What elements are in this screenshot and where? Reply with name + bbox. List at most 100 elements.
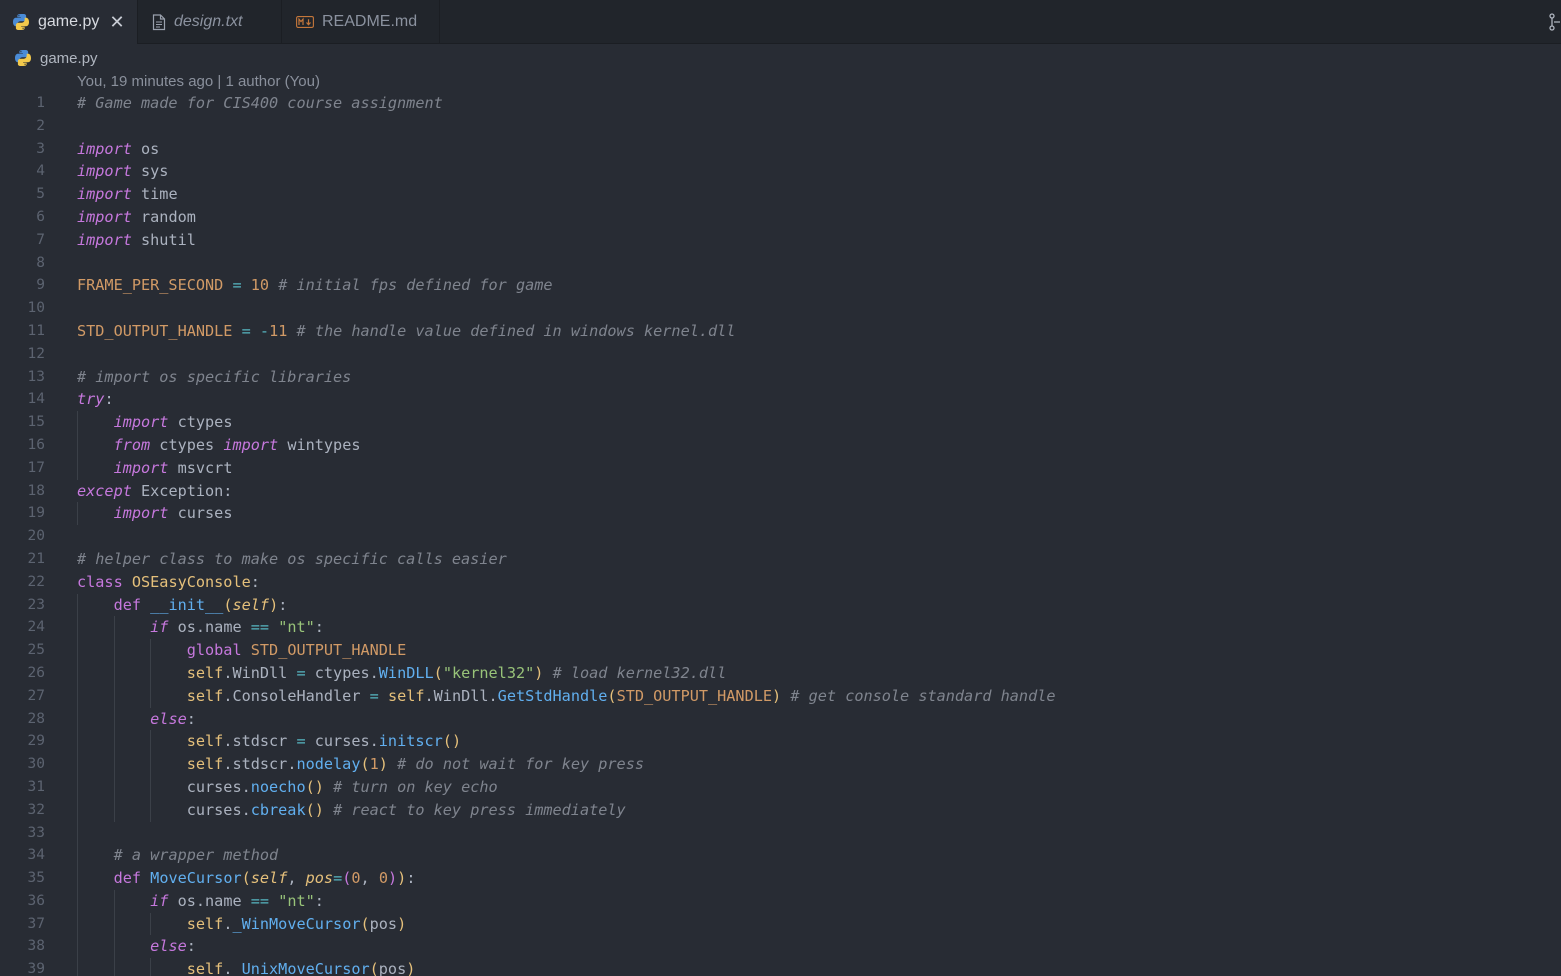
code-text[interactable]: class OSEasyConsole: [77, 571, 260, 594]
code-text[interactable]: from ctypes import wintypes [77, 434, 361, 457]
code-line[interactable]: 35 def MoveCursor(self, pos=(0, 0)): [0, 867, 1561, 890]
line-number[interactable]: 29 [0, 730, 45, 753]
line-number[interactable]: 25 [0, 639, 45, 662]
code-line[interactable]: 8 [0, 252, 1561, 275]
line-number[interactable]: 26 [0, 662, 45, 685]
code-text[interactable]: import time [77, 183, 178, 206]
line-number[interactable]: 5 [0, 183, 45, 206]
code-line[interactable]: 30 self.stdscr.nodelay(1) # do not wait … [0, 753, 1561, 776]
code-line[interactable]: 3 import os [0, 138, 1561, 161]
code-text[interactable]: self.ConsoleHandler = self.WinDll.GetStd… [77, 685, 1056, 708]
line-number[interactable]: 37 [0, 913, 45, 936]
code-line[interactable]: 2 [0, 115, 1561, 138]
code-line[interactable]: 10 [0, 297, 1561, 320]
code-text[interactable]: import sys [77, 160, 168, 183]
tab-design-txt[interactable]: design.txt [138, 0, 282, 44]
code-line[interactable]: 24 if os.name == "nt": [0, 616, 1561, 640]
code-text[interactable]: self._UnixMoveCursor(pos) [77, 958, 416, 976]
line-number[interactable]: 13 [0, 366, 45, 389]
code-line[interactable]: 12 [0, 343, 1561, 366]
line-number[interactable]: 6 [0, 206, 45, 229]
code-editor[interactable]: 1 # Game made for CIS400 course assignmen… [0, 92, 1561, 976]
code-line[interactable]: 39 self._UnixMoveCursor(pos) [0, 958, 1561, 976]
line-number[interactable]: 22 [0, 571, 45, 594]
line-number[interactable]: 11 [0, 320, 45, 343]
code-text[interactable]: self.WinDll = ctypes.WinDLL("kernel32") … [77, 662, 727, 685]
code-text[interactable]: FRAME_PER_SECOND = 10 # initial fps defi… [77, 274, 553, 297]
code-line[interactable]: 14 try: [0, 388, 1561, 411]
code-line[interactable]: 7 import shutil [0, 229, 1561, 252]
code-line[interactable]: 1 # Game made for CIS400 course assignmen… [0, 92, 1561, 115]
code-text[interactable]: if os.name == "nt": [77, 616, 324, 639]
line-number[interactable]: 30 [0, 753, 45, 776]
code-text[interactable]: else: [77, 708, 196, 731]
code-line[interactable]: 31 curses.noecho() # turn on key echo [0, 775, 1561, 799]
line-number[interactable]: 39 [0, 958, 45, 976]
line-number[interactable]: 14 [0, 388, 45, 411]
line-number[interactable]: 35 [0, 867, 45, 890]
code-text[interactable]: except Exception: [77, 480, 232, 503]
breadcrumb[interactable]: game.py [14, 46, 98, 70]
code-line[interactable]: 22 class OSEasyConsole: [0, 571, 1561, 594]
code-line[interactable]: 36 if os.name == "nt": [0, 889, 1561, 913]
code-line[interactable]: 34 # a wrapper method [0, 844, 1561, 868]
code-line[interactable]: 13 # import os specific libraries [0, 366, 1561, 389]
line-number[interactable]: 8 [0, 252, 45, 275]
close-icon[interactable]: ✕ [109, 12, 125, 33]
line-number[interactable]: 10 [0, 297, 45, 320]
code-line[interactable]: 19 import curses [0, 502, 1561, 526]
code-line[interactable]: 9 FRAME_PER_SECOND = 10 # initial fps def… [0, 274, 1561, 297]
code-line[interactable]: 16 from ctypes import wintypes [0, 433, 1561, 457]
line-number[interactable]: 7 [0, 229, 45, 252]
code-line[interactable]: 29 self.stdscr = curses.initscr() [0, 730, 1561, 754]
code-text[interactable]: self.stdscr = curses.initscr() [77, 730, 461, 753]
code-line[interactable]: 4 import sys [0, 160, 1561, 183]
code-text[interactable]: import random [77, 206, 196, 229]
line-number[interactable]: 31 [0, 776, 45, 799]
line-number[interactable]: 9 [0, 274, 45, 297]
code-line[interactable]: 23 def __init__(self): [0, 593, 1561, 617]
code-line[interactable]: 25 global STD_OUTPUT_HANDLE [0, 639, 1561, 662]
code-text[interactable]: self._WinMoveCursor(pos) [77, 913, 407, 936]
line-number[interactable]: 16 [0, 434, 45, 457]
line-number[interactable]: 4 [0, 160, 45, 183]
line-number[interactable]: 34 [0, 844, 45, 867]
code-text[interactable]: curses.noecho() # turn on key echo [77, 776, 498, 799]
code-text[interactable]: import shutil [77, 229, 196, 252]
code-text[interactable]: global STD_OUTPUT_HANDLE [77, 639, 406, 662]
line-number[interactable]: 23 [0, 594, 45, 617]
line-number[interactable]: 12 [0, 343, 45, 366]
git-blame-codelens[interactable]: You, 19 minutes ago | 1 author (You) [77, 73, 320, 93]
code-text[interactable]: try: [77, 388, 114, 411]
line-number[interactable]: 32 [0, 799, 45, 822]
code-line[interactable]: 5 import time [0, 183, 1561, 206]
line-number[interactable]: 1 [0, 92, 45, 115]
code-text[interactable]: if os.name == "nt": [77, 890, 324, 913]
breadcrumb-file[interactable]: game.py [40, 50, 98, 67]
code-line[interactable]: 26 self.WinDll = ctypes.WinDLL("kernel32… [0, 661, 1561, 685]
code-text[interactable]: # a wrapper method [77, 844, 279, 867]
code-text[interactable]: import curses [77, 502, 233, 525]
line-number[interactable]: 33 [0, 822, 45, 845]
code-text[interactable]: curses.cbreak() # react to key press imm… [77, 799, 626, 822]
code-line[interactable]: 11 STD_OUTPUT_HANDLE = -11 # the handle v… [0, 320, 1561, 343]
tab-game-py[interactable]: game.py ✕ [0, 0, 138, 44]
git-compare-icon[interactable] [1547, 12, 1561, 32]
code-line[interactable]: 38 else: [0, 935, 1561, 959]
line-number[interactable]: 3 [0, 138, 45, 161]
line-number[interactable]: 15 [0, 411, 45, 434]
code-text[interactable]: def MoveCursor(self, pos=(0, 0)): [77, 867, 416, 890]
code-text[interactable]: import msvcrt [77, 457, 233, 480]
line-number[interactable]: 20 [0, 525, 45, 548]
code-line[interactable]: 27 self.ConsoleHandler = self.WinDll.Get… [0, 684, 1561, 708]
code-text[interactable]: def __init__(self): [77, 594, 288, 617]
code-text[interactable]: else: [77, 935, 196, 958]
code-line[interactable]: 20 [0, 525, 1561, 548]
line-number[interactable]: 27 [0, 685, 45, 708]
code-line[interactable]: 37 self._WinMoveCursor(pos) [0, 912, 1561, 936]
code-line[interactable]: 28 else: [0, 707, 1561, 731]
line-number[interactable]: 21 [0, 548, 45, 571]
code-line[interactable]: 32 curses.cbreak() # react to key press … [0, 798, 1561, 822]
code-text[interactable]: # helper class to make os specific calls… [77, 548, 507, 571]
code-text[interactable]: # Game made for CIS400 course assignment [77, 92, 443, 115]
